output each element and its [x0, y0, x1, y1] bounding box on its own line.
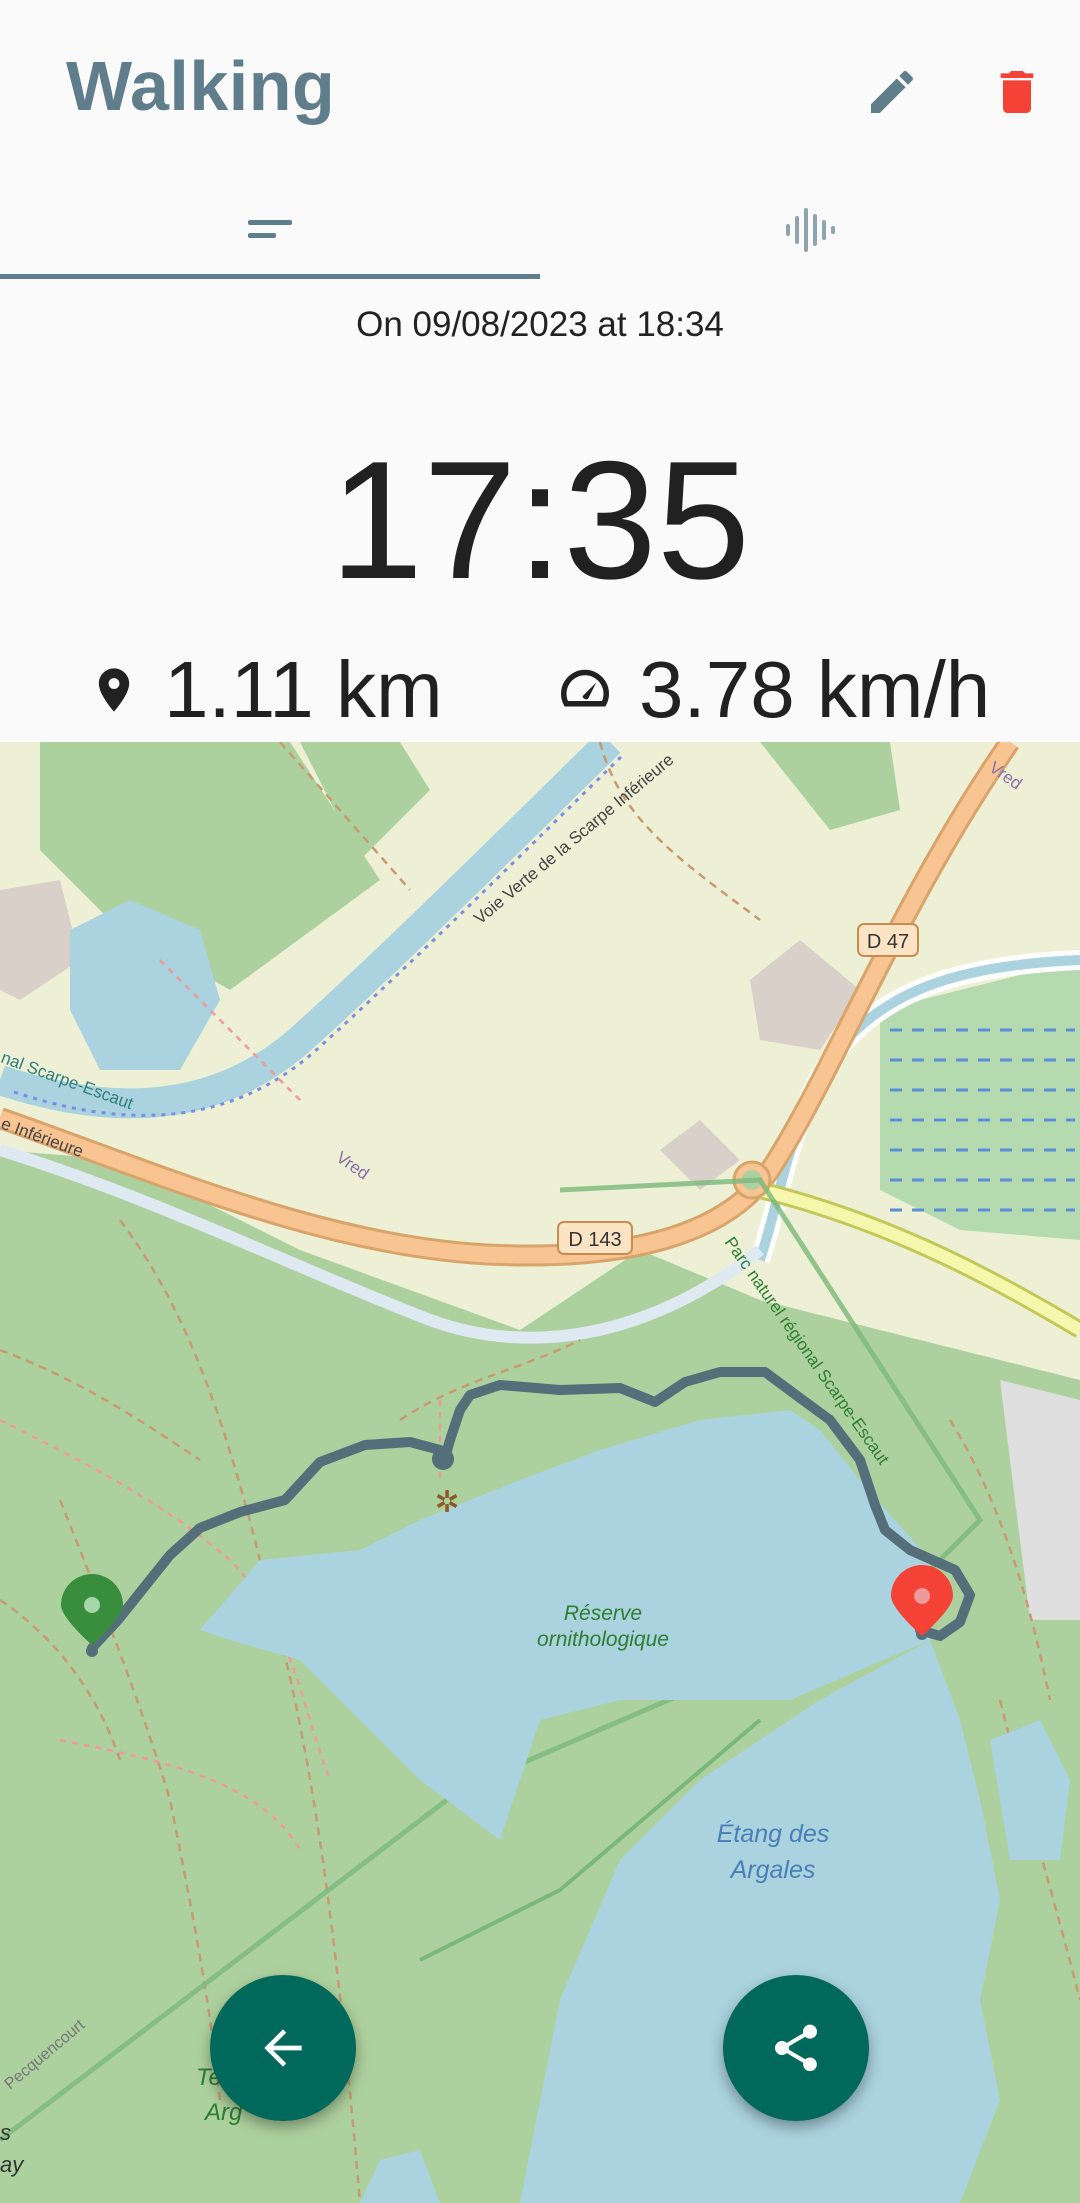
- map-label-partial-4: ay: [0, 2152, 25, 2177]
- viewpoint-icon: ✲: [434, 1486, 459, 1519]
- edit-button[interactable]: [844, 44, 940, 140]
- delete-button[interactable]: [969, 44, 1065, 140]
- distance-stat: 1.11 km: [88, 640, 443, 740]
- arrow-left-icon: [264, 2029, 302, 2067]
- share-icon: [775, 2024, 817, 2072]
- map-label-reserve-1: Réserve: [564, 1602, 642, 1625]
- map-label-lake-1: Étang des: [717, 1819, 830, 1848]
- share-button[interactable]: [723, 1975, 869, 2121]
- activity-title: Walking: [66, 47, 336, 125]
- back-button[interactable]: [210, 1975, 356, 2121]
- speedometer-icon: [561, 669, 609, 707]
- road-label-d143: D 143: [568, 1229, 621, 1251]
- short-text-icon: [248, 220, 292, 238]
- map-label-lake-2: Argales: [729, 1856, 816, 1884]
- map-canvas: D 47 D 143 Voie Verte de la Scarpe Infér…: [0, 742, 1080, 2203]
- track-waypoint: [432, 1448, 454, 1470]
- trash-icon: [1000, 71, 1034, 113]
- tab-indicator: [0, 274, 540, 279]
- map-label-partial-3: s: [0, 2120, 11, 2145]
- activity-date: On 09/08/2023 at 18:34: [356, 305, 724, 344]
- activity-duration: 17:35: [329, 426, 751, 614]
- map-label-reserve-2: ornithologique: [537, 1628, 669, 1651]
- tab-summary[interactable]: [0, 180, 540, 280]
- road-label-d47: D 47: [867, 931, 909, 953]
- waveform-icon: [786, 208, 835, 252]
- tab-chart[interactable]: [540, 180, 1080, 280]
- location-pin-icon: [98, 668, 130, 712]
- route-map[interactable]: D 47 D 143 Voie Verte de la Scarpe Infér…: [0, 742, 1080, 2203]
- speed-stat: 3.78 km/h: [555, 640, 990, 740]
- pencil-icon: [871, 70, 914, 113]
- distance-value: 1.11 km: [164, 645, 443, 734]
- tab-bar: [0, 180, 1080, 280]
- stats-row: 1.11 km 3.78 km/h: [0, 640, 1080, 740]
- app-bar: Walking: [0, 0, 1080, 180]
- speed-value: 3.78 km/h: [639, 645, 991, 734]
